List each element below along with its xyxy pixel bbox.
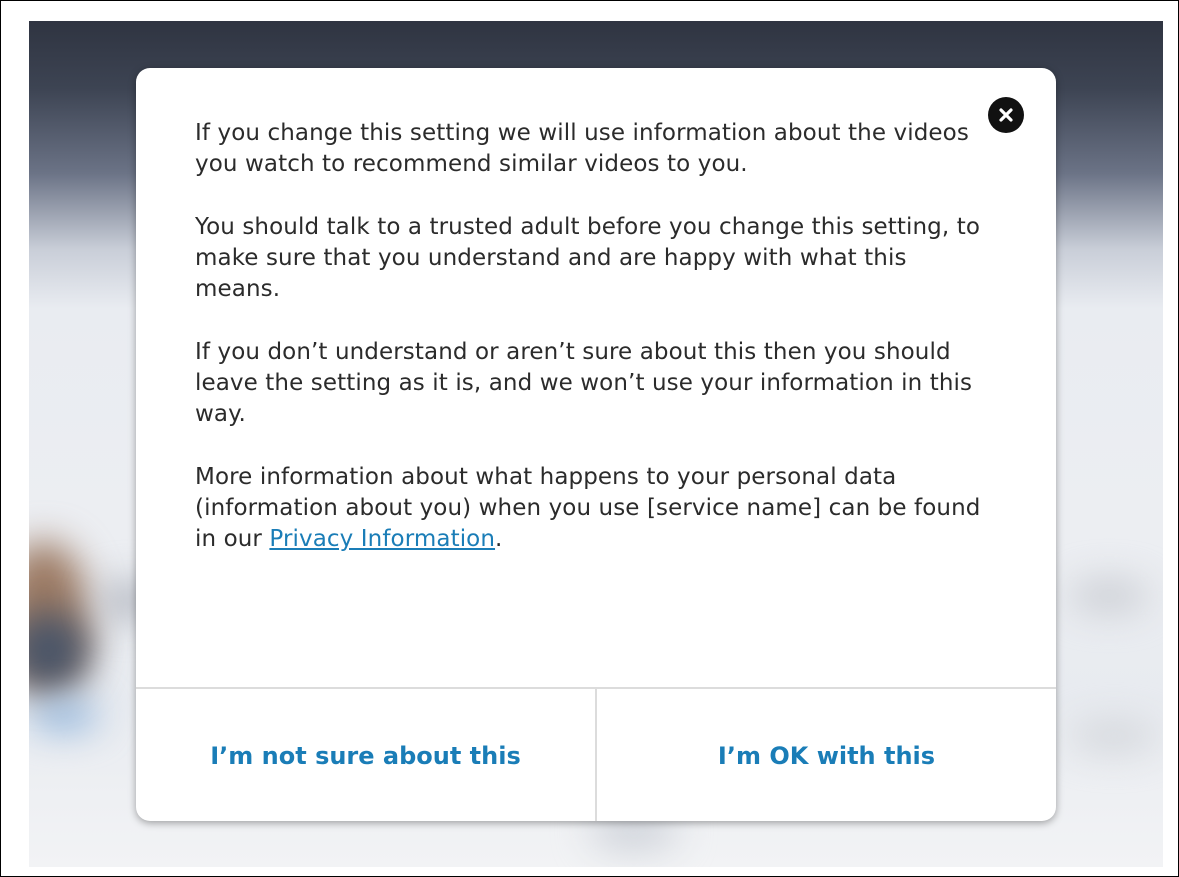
- close-icon: [999, 108, 1013, 122]
- screenshot-frame: If you change this setting we will use i…: [0, 0, 1179, 877]
- consent-dialog: If you change this setting we will use i…: [136, 68, 1056, 821]
- background-blob: [29, 701, 99, 731]
- background-blob: [1069, 721, 1159, 751]
- dialog-actions: I’m not sure about this I’m OK with this: [136, 687, 1056, 821]
- dialog-paragraph: If you change this setting we will use i…: [195, 120, 969, 177]
- privacy-paragraph: More information about what happens to y…: [195, 462, 995, 555]
- dialog-body: If you change this setting we will use i…: [195, 118, 995, 587]
- dialog-paragraph: If you don’t understand or aren’t sure a…: [195, 339, 973, 427]
- background-blob: [1069, 581, 1149, 611]
- not-sure-button[interactable]: I’m not sure about this: [136, 689, 595, 821]
- privacy-text-end: .: [495, 526, 503, 552]
- privacy-information-link[interactable]: Privacy Information: [269, 526, 495, 552]
- ok-button[interactable]: I’m OK with this: [597, 689, 1056, 821]
- dialog-paragraph: You should talk to a trusted adult befor…: [195, 214, 980, 302]
